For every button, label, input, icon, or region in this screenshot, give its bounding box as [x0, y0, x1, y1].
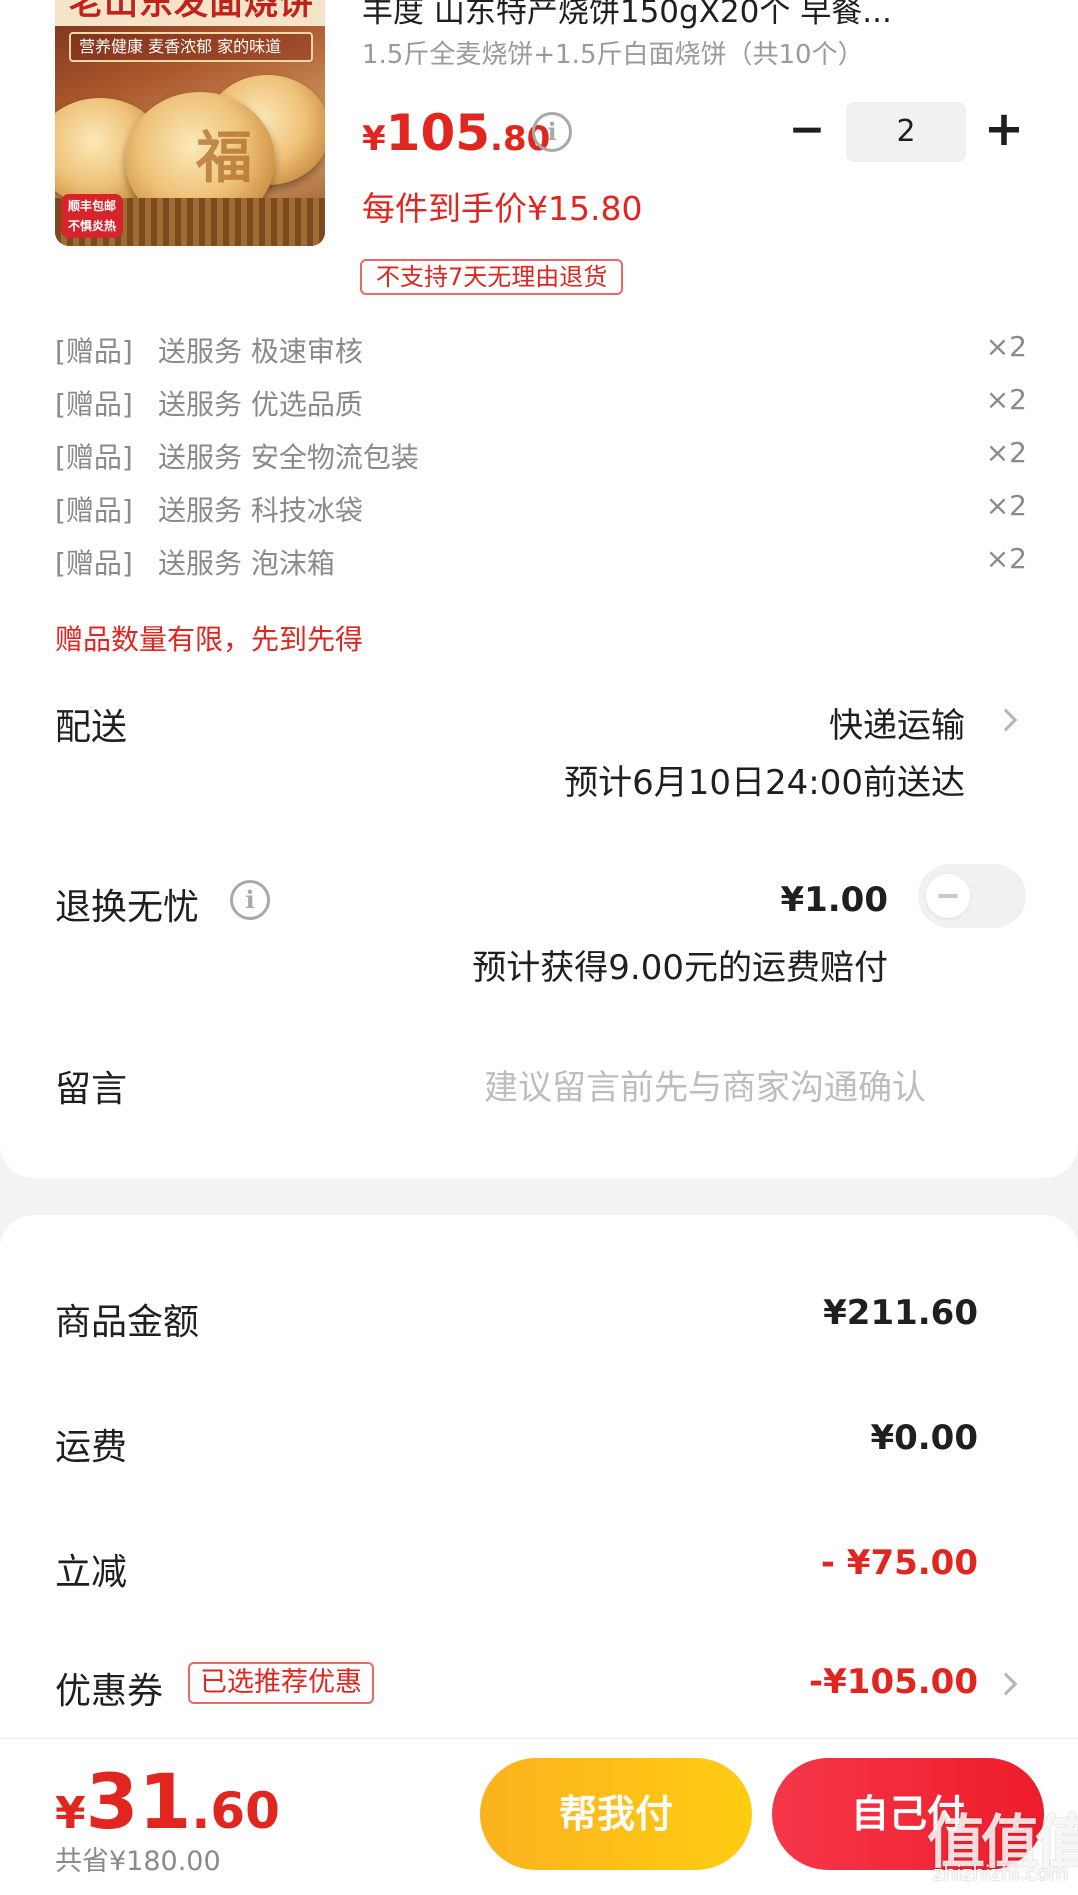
gift-tag: [赠品]: [55, 335, 133, 368]
shipping-badge-line2: 不惧炎热: [67, 219, 116, 233]
instant-discount-value: - ¥75.00: [820, 1543, 978, 1583]
message-label: 留言: [55, 1069, 128, 1110]
gift-name: 送服务 安全物流包装: [158, 441, 419, 474]
help-me-pay-button[interactable]: 帮我付: [480, 1758, 752, 1870]
site-watermark: 值值值 zhizhizhi.com: [925, 1795, 1078, 1895]
delivery-eta: 预计6月10日24:00前送达: [564, 763, 965, 803]
shipping-badge: 顺丰包邮 不惧炎热: [61, 194, 123, 238]
return-insurance-price: ¥1.00: [780, 880, 888, 920]
unit-price: 每件到手价¥15.80: [362, 189, 643, 228]
gift-name: 送服务 优选品质: [158, 388, 363, 421]
gift-name: 送服务 极速审核: [158, 335, 363, 368]
instant-discount-label: 立减: [55, 1552, 128, 1593]
gift-count: ×2: [985, 489, 1027, 522]
product-image-banner: 老山东发面烧饼: [55, 0, 325, 26]
bread-stamp: 福: [196, 126, 252, 191]
return-insurance-info-icon[interactable]: i: [230, 880, 270, 920]
product-spec[interactable]: 1.5斤全麦烧饼+1.5斤白面烧饼（共10个）: [362, 34, 962, 71]
quantity-input[interactable]: 2: [846, 102, 966, 162]
return-insurance-toggle[interactable]: [918, 864, 1026, 928]
gift-tag: [赠品]: [55, 494, 133, 527]
message-input[interactable]: 建议留言前先与商家沟通确认: [484, 1060, 926, 1109]
coupon-selected-tag[interactable]: 已选推荐优惠: [188, 1662, 374, 1704]
gift-limit-note: 赠品数量有限，先到先得: [55, 623, 364, 656]
total-integer: 31: [85, 1757, 192, 1846]
gift-count: ×2: [985, 330, 1027, 363]
return-insurance-desc: 预计获得9.00元的运费赔付: [472, 948, 888, 988]
gift-row: [赠品] 送服务 优选品质 ×2: [55, 383, 1035, 423]
gift-row: [赠品] 送服务 科技冰袋 ×2: [55, 489, 1035, 529]
gift-row: [赠品] 送服务 泡沫箱 ×2: [55, 542, 1035, 582]
product-image[interactable]: 老山东发面烧饼 营养健康 麦香浓郁 家的味道 福 顺丰包邮 不惧炎热: [55, 0, 325, 246]
quantity-decrease-button[interactable]: −: [785, 108, 829, 154]
gift-count: ×2: [985, 383, 1027, 416]
gift-tag: [赠品]: [55, 441, 133, 474]
gift-row: [赠品] 送服务 极速审核 ×2: [55, 330, 1035, 370]
return-insurance-label: 退换无忧: [55, 887, 200, 928]
toggle-knob: [926, 874, 970, 918]
gift-count: ×2: [985, 542, 1027, 575]
checkout-bar: ¥31.60 共省¥180.00 帮我付 自己付: [0, 1738, 1078, 1895]
product-title[interactable]: 丰度 山东特产烧饼150gX20个 早餐...: [362, 0, 1062, 31]
coupon-label: 优惠券: [55, 1671, 164, 1712]
total-currency: ¥: [55, 1788, 86, 1839]
shipping-fee-label: 运费: [55, 1427, 128, 1468]
gift-count: ×2: [985, 436, 1027, 469]
quantity-increase-button[interactable]: +: [982, 105, 1026, 153]
gift-row: [赠品] 送服务 安全物流包装 ×2: [55, 436, 1035, 476]
gift-tag: [赠品]: [55, 547, 133, 580]
total-decimal: .60: [191, 1782, 280, 1840]
price-info-icon[interactable]: i: [532, 112, 572, 152]
gift-tag: [赠品]: [55, 388, 133, 421]
price-currency: ¥: [362, 119, 386, 159]
shipping-badge-line1: 顺丰包邮: [67, 199, 116, 213]
goods-amount-value: ¥211.60: [823, 1293, 978, 1333]
goods-amount-label: 商品金额: [55, 1302, 200, 1343]
coupon-value[interactable]: -¥105.00: [809, 1662, 978, 1702]
delivery-label: 配送: [55, 707, 128, 748]
shipping-fee-value: ¥0.00: [870, 1418, 978, 1458]
total-price: ¥31.60: [55, 1757, 280, 1846]
delivery-method[interactable]: 快递运输: [829, 698, 965, 747]
price-integer: 105: [385, 104, 491, 162]
watermark-site: zhizhizhi.com: [933, 1861, 1069, 1885]
return-policy-tag: 不支持7天无理由退货: [360, 259, 624, 295]
product-image-tagline: 营养健康 麦香浓郁 家的味道: [69, 32, 313, 62]
gift-name: 送服务 泡沫箱: [158, 547, 335, 580]
gift-name: 送服务 科技冰袋: [158, 494, 363, 527]
product-price: ¥105.80: [362, 104, 550, 162]
total-saved: 共省¥180.00: [55, 1846, 221, 1877]
